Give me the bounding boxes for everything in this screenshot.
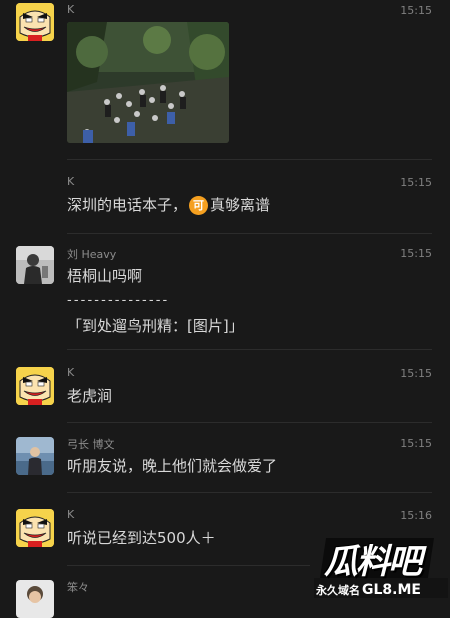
sender-name: K — [67, 366, 75, 379]
message-time: 15:15 — [400, 367, 432, 380]
message-time: 15:15 — [400, 247, 432, 260]
message-time: 15:15 — [400, 176, 432, 189]
message-text: 听说已经到达500人＋ — [67, 529, 216, 547]
watermark-domain: GL8.ME — [362, 582, 421, 598]
avatar[interactable] — [16, 437, 54, 475]
message-text: 老虎涧 — [67, 387, 113, 405]
message-item: K 15:15 — [0, 0, 450, 160]
sender-name: K — [67, 3, 75, 16]
quote-separator: - - - - - - - - - - - - - - - — [67, 293, 167, 308]
message-text-part: 深圳的电话本子， — [67, 196, 188, 214]
watermark-logo: 瓜料吧 — [324, 542, 422, 582]
avatar[interactable] — [16, 509, 54, 547]
message-time: 15:15 — [400, 437, 432, 450]
message-item: 弓长 博文 15:15 听朋友说，晚上他们就会做爱了 — [0, 423, 450, 493]
message-text: 听朋友说，晚上他们就会做爱了 — [67, 457, 278, 475]
divider — [67, 565, 310, 566]
message-text-part: 真够离谱 — [210, 196, 271, 214]
sender-name: 弓长 博文 — [67, 438, 115, 451]
badge-icon: 可 — [189, 196, 209, 215]
message-text: 深圳的电话本子，可真够离谱 — [67, 195, 270, 215]
watermark: 瓜料吧 永久域名 GL8.ME — [310, 530, 450, 600]
message-time: 15:15 — [400, 4, 432, 17]
watermark-line: 永久域名 GL8.ME — [316, 582, 421, 598]
watermark-tagline: 永久域名 — [316, 584, 360, 597]
message-item: 刘 Heavy 15:15 梧桐山吗啊 - - - - - - - - - - … — [0, 234, 450, 350]
quoted-text: 「到处遛鸟刑精：[图片]」 — [67, 317, 244, 335]
sender-name: K — [67, 175, 75, 188]
sender-name: 笨々 — [67, 581, 89, 594]
avatar[interactable] — [16, 580, 54, 618]
avatar[interactable] — [16, 246, 54, 284]
sender-name: K — [67, 508, 75, 521]
message-image[interactable] — [67, 22, 229, 143]
message-item: K 15:15 老虎涧 — [0, 350, 450, 423]
sender-name: 刘 Heavy — [67, 248, 117, 261]
message-time: 15:16 — [400, 509, 432, 522]
avatar[interactable] — [16, 3, 54, 41]
message-text: 梧桐山吗啊 — [67, 267, 143, 285]
message-item: K 15:15 深圳的电话本子，可真够离谱 — [0, 160, 450, 234]
avatar[interactable] — [16, 367, 54, 405]
